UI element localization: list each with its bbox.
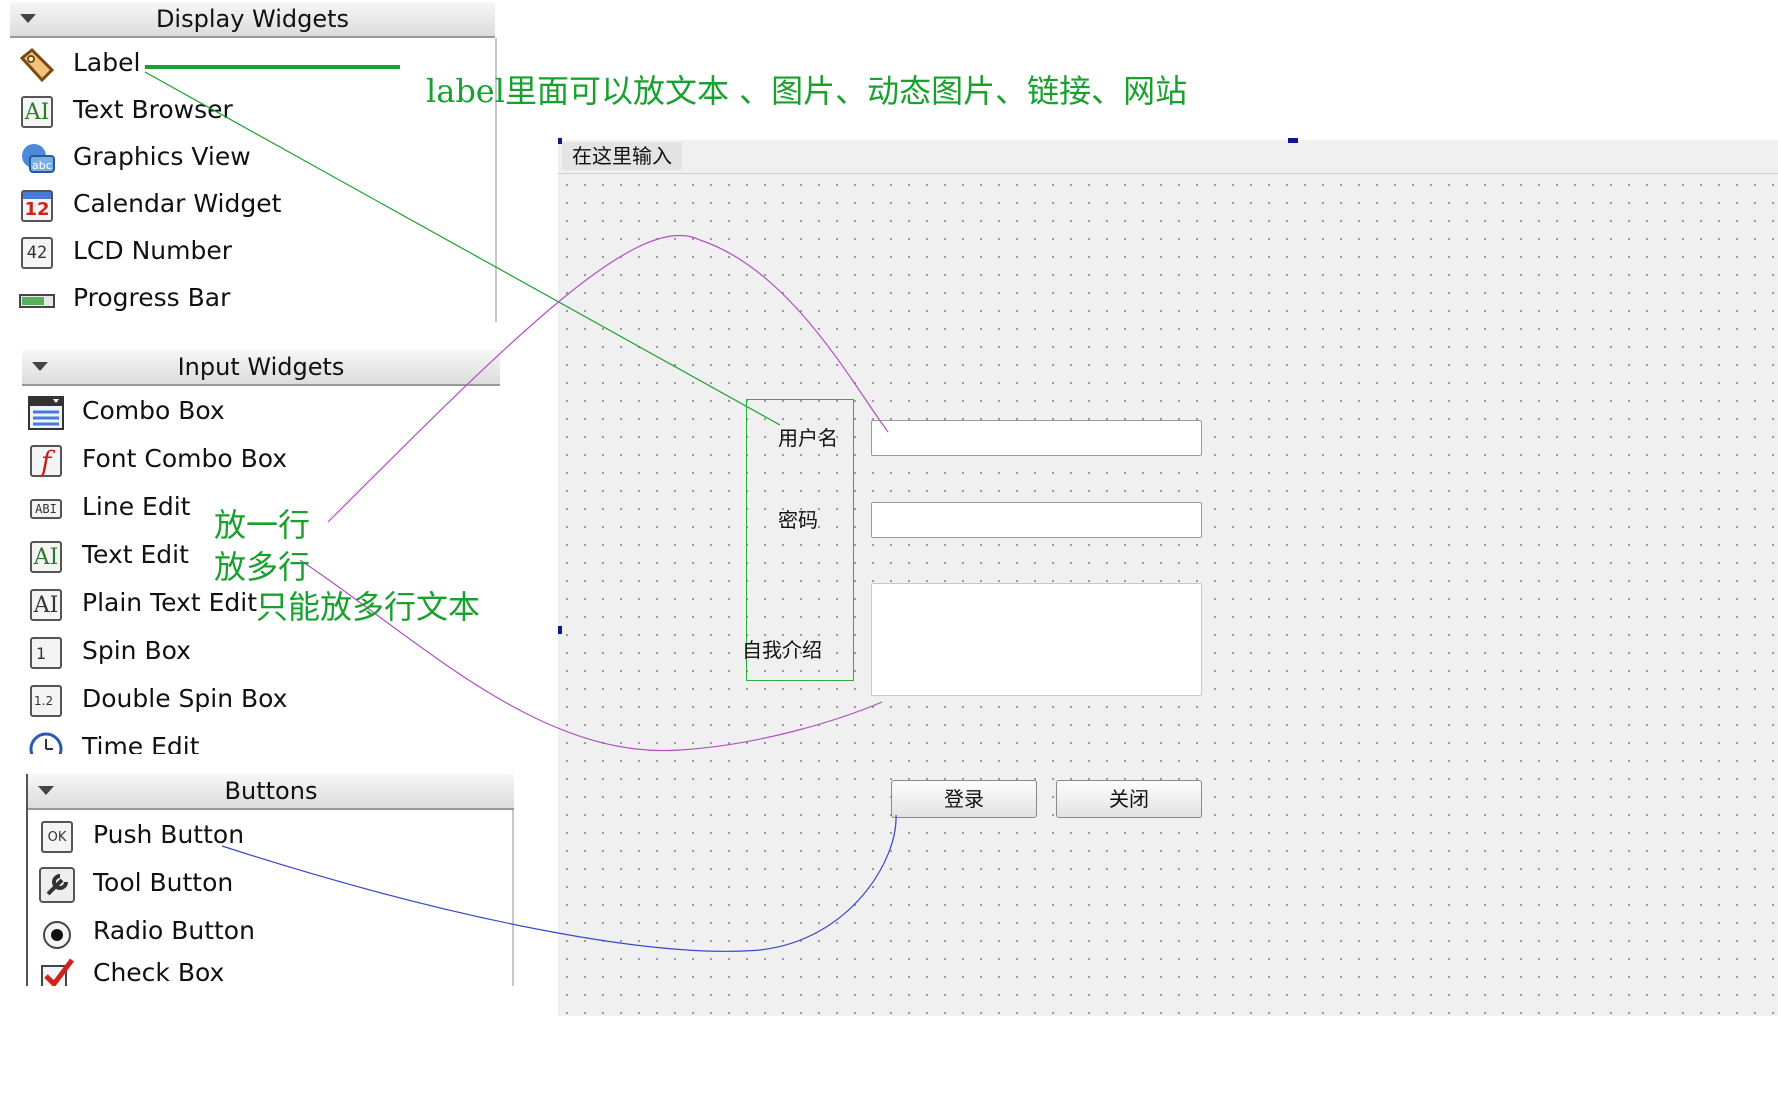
password-input[interactable]: [871, 502, 1202, 538]
lcd-number-icon-text: 42: [21, 237, 53, 269]
widget-item-lcd-number[interactable]: 42 LCD Number: [18, 230, 418, 276]
form-canvas[interactable]: 在这里输入 用户名 密码 自我介绍 登录 关闭: [558, 140, 1778, 1016]
display-widgets-panel: Display Widgets Label AI Text Browser ab…: [10, 2, 497, 322]
widget-item-text-browser-text: Text Browser: [73, 95, 233, 124]
input-widgets-title: Input Widgets: [177, 353, 345, 381]
widget-item-lcd-number-text: LCD Number: [73, 236, 233, 265]
collapse-arrow-icon[interactable]: [32, 362, 48, 371]
widget-item-text-edit-text: Text Edit: [82, 540, 189, 569]
widget-item-combo-box-text: Combo Box: [82, 396, 225, 425]
selection-handle[interactable]: [558, 138, 562, 144]
widget-item-check-box[interactable]: Check Box: [38, 952, 438, 986]
label-tag-icon: [18, 46, 56, 84]
text-edit-icon-text: AI: [30, 541, 62, 573]
label-annotation: label里面可以放文本 、图片、动态图片、链接、网站: [426, 72, 1188, 110]
username-label: 用户名: [778, 426, 838, 450]
widget-item-combo-box[interactable]: Combo Box: [27, 390, 427, 436]
display-widgets-title: Display Widgets: [155, 5, 350, 33]
widget-item-progress-bar[interactable]: Progress Bar: [18, 277, 418, 323]
widget-item-label[interactable]: Label: [18, 42, 418, 88]
widget-item-double-spin-box[interactable]: 1.2 Double Spin Box: [27, 678, 427, 724]
widget-item-graphics-view-text: Graphics View: [73, 142, 251, 171]
collapse-arrow-icon[interactable]: [38, 786, 54, 795]
password-label: 密码: [778, 508, 818, 532]
widget-item-double-spin-box-text: Double Spin Box: [82, 684, 288, 713]
widget-item-plain-text-edit-text: Plain Text Edit: [82, 588, 257, 617]
panel-divider: [512, 810, 514, 986]
lcd-number-icon: 42: [18, 234, 56, 272]
time-edit-icon: [27, 730, 65, 754]
widget-item-spin-box[interactable]: 1 Spin Box: [27, 630, 427, 676]
display-widgets-header[interactable]: Display Widgets: [10, 2, 495, 38]
widget-item-radio-button-text: Radio Button: [93, 916, 255, 945]
widget-item-tool-button-text: Tool Button: [93, 868, 234, 897]
widget-item-progress-bar-text: Progress Bar: [73, 283, 231, 312]
double-spin-box-icon: 1.2: [27, 682, 65, 720]
check-box-icon: [38, 956, 76, 986]
widget-item-text-browser[interactable]: AI Text Browser: [18, 89, 418, 135]
widget-item-spin-box-text: Spin Box: [82, 636, 191, 665]
text-browser-icon: AI: [18, 93, 56, 131]
svg-text:abc: abc: [32, 159, 52, 172]
plain-text-edit-icon-text: AI: [30, 589, 62, 621]
line-edit-annotation: 放一行: [214, 506, 311, 544]
double-spin-box-icon-text: 1.2: [30, 685, 62, 717]
close-button[interactable]: 关闭: [1056, 780, 1202, 818]
intro-text-edit[interactable]: [871, 583, 1202, 696]
username-input[interactable]: [871, 420, 1202, 456]
line-edit-icon: ABI: [27, 490, 65, 528]
plain-text-edit-icon: AI: [27, 586, 65, 624]
selection-handle[interactable]: [1288, 138, 1298, 143]
widget-item-label-text: Label: [73, 48, 141, 77]
widget-item-font-combo-box-text: Font Combo Box: [82, 444, 288, 473]
push-button-icon: OK: [38, 818, 76, 856]
buttons-panel: Buttons OK Push Button Tool Button Radio…: [26, 774, 516, 986]
spin-box-icon: 1: [27, 634, 65, 672]
spin-box-icon-text: 1: [30, 637, 62, 669]
intro-label: 自我介绍: [742, 638, 822, 662]
calendar-icon-number: 12: [24, 198, 50, 220]
combo-box-icon: [27, 394, 65, 432]
buttons-header[interactable]: Buttons: [28, 774, 514, 810]
widget-item-font-combo-box[interactable]: f Font Combo Box: [27, 438, 427, 484]
widget-item-time-edit[interactable]: Time Edit: [27, 726, 427, 754]
login-button[interactable]: 登录: [891, 780, 1037, 818]
widget-item-check-box-text: Check Box: [93, 958, 225, 986]
buttons-title: Buttons: [224, 777, 318, 805]
menu-bar: 在这里输入: [558, 140, 1778, 174]
plain-text-annotation: 只能放多行文本: [256, 588, 481, 626]
line-edit-icon-text: ABI: [30, 499, 62, 519]
widget-item-radio-button[interactable]: Radio Button: [38, 910, 438, 956]
progress-bar-icon: [18, 281, 56, 319]
menu-bar-placeholder[interactable]: 在这里输入: [562, 142, 682, 170]
widget-item-push-button[interactable]: OK Push Button: [38, 814, 438, 860]
text-edit-icon: AI: [27, 538, 65, 576]
widget-item-time-edit-text: Time Edit: [82, 732, 200, 754]
graphics-view-icon: abc: [18, 140, 56, 178]
widget-item-graphics-view[interactable]: abc Graphics View: [18, 136, 418, 182]
widget-item-calendar-widget-text: Calendar Widget: [73, 189, 282, 218]
tool-button-icon: [38, 866, 76, 904]
font-combo-box-icon: f: [27, 442, 65, 480]
widget-item-line-edit-text: Line Edit: [82, 492, 191, 521]
input-widgets-header[interactable]: Input Widgets: [22, 350, 500, 386]
selection-handle[interactable]: [558, 626, 562, 634]
radio-button-icon: [38, 914, 76, 952]
calendar-icon: 12: [18, 187, 56, 225]
widget-item-push-button-text: Push Button: [93, 820, 245, 849]
push-button-icon-text: OK: [41, 821, 73, 853]
collapse-arrow-icon[interactable]: [20, 14, 36, 23]
widget-item-calendar-widget[interactable]: 12 Calendar Widget: [18, 183, 418, 229]
widget-item-tool-button[interactable]: Tool Button: [38, 862, 438, 908]
